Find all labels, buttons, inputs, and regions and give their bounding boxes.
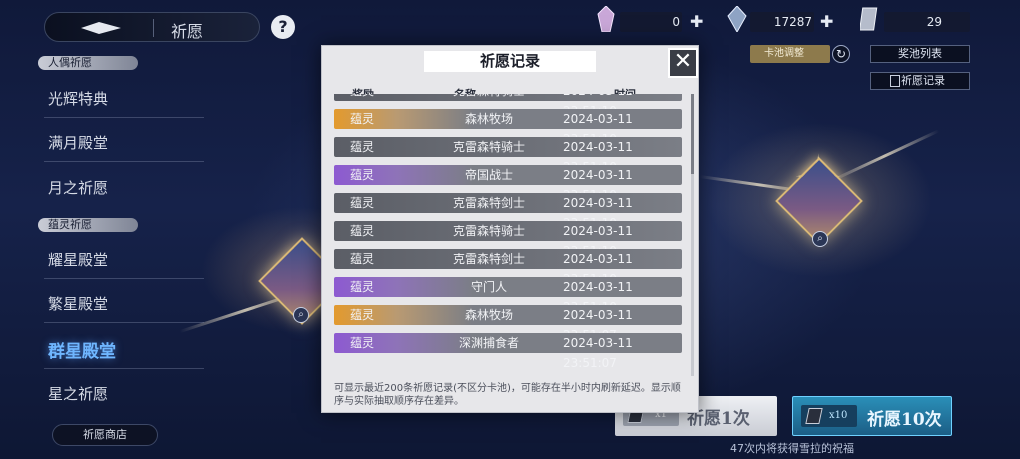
row-name: 帝国战士 (464, 168, 513, 182)
table-row: 蕴灵守门人2024-03-11 23:51:10 (334, 277, 682, 314)
row-name: 克雷森特剑士 (452, 252, 525, 266)
scrollbar-thumb[interactable] (691, 94, 694, 174)
document-icon (890, 75, 900, 87)
row-name: 克雷森特骑士 (452, 140, 525, 154)
sidebar-item-galaxy-hall[interactable]: 群星殿堂 (48, 337, 116, 362)
row-name: 克雷森特骑士 (429, 94, 549, 101)
divider (44, 322, 204, 323)
ticket-cost-badge: x10 (801, 405, 857, 427)
row-name: 克雷森特剑士 (452, 196, 525, 210)
table-row: 蕴灵森林牧场2024-03-11 23:51:10 (334, 109, 682, 146)
ticket-card-icon (805, 408, 823, 424)
draw-ten-button[interactable]: x10 祈愿10次 (792, 396, 952, 436)
sidebar-item-shining-star-hall[interactable]: 耀星殿堂 (48, 249, 108, 270)
divider (44, 368, 204, 369)
row-reward: 蕴灵 (350, 140, 375, 154)
blue-crystal-icon (727, 6, 747, 32)
row-reward: 蕴灵 (350, 224, 375, 238)
table-row: 蕴灵森林牧场2024-03-11 23:51:07 (334, 305, 682, 342)
add-blue-crystal-button[interactable]: ✚ (820, 14, 833, 30)
back-arrow-icon[interactable] (81, 22, 121, 34)
row-name: 克雷森特骑士 (452, 224, 525, 238)
divider (44, 278, 204, 279)
pink-crystal-icon (597, 6, 615, 32)
table-row: 蕴灵克雷森特骑士2024-03-11 23:51:10 (334, 137, 682, 174)
row-reward: 蕴灵 (350, 112, 375, 126)
ticket-count: x10 (829, 410, 848, 421)
sidebar-item-many-stars-hall[interactable]: 繁星殿堂 (48, 293, 108, 314)
sidebar-item-fullmoon-hall[interactable]: 满月殿堂 (48, 132, 108, 153)
sidebar-item-moon-prayer[interactable]: 月之祈愿 (48, 177, 108, 198)
row-reward: 蕴灵 (350, 336, 375, 350)
refresh-icon[interactable]: ↻ (832, 45, 850, 63)
table-row: 蕴灵克雷森特骑士2024-03-11 23:51:10 (334, 221, 682, 258)
row-reward: 蕴灵 (350, 308, 375, 322)
table-row: 蕴灵帝国战士2024-03-11 23:51:10 (334, 165, 682, 202)
row-name: 森林牧场 (464, 308, 513, 322)
row-reward: 蕴灵 (350, 252, 375, 266)
row-time: 2024-03-11 23:51:07 (563, 336, 633, 370)
help-button[interactable]: ? (271, 15, 295, 39)
sidebar-item-star-prayer[interactable]: 星之祈愿 (48, 383, 108, 404)
table-row: 蕴灵克雷森特剑士2024-03-11 23:51:10 (334, 193, 682, 230)
pool-adjust-button[interactable]: 卡池调整 (750, 45, 830, 63)
pity-counter-text: 47次内将获得雪拉的祝福 (730, 442, 854, 455)
table-row: 蕴灵克雷森特剑士2024-03-11 23:51:10 (334, 249, 682, 286)
divider (153, 19, 154, 37)
table-row: 蕴灵 深渊捕食者 2024-03-11 23:51:07 (334, 333, 682, 370)
row-name: 森林牧场 (464, 112, 513, 126)
sidebar-item-glory-special[interactable]: 光辉特典 (48, 88, 108, 109)
row-name: 守门人 (470, 280, 507, 294)
section-tag-spirit: 蕴灵祈愿 (38, 218, 138, 232)
table-row: 蕴灵克雷森特骑士2024-03-11 23:51:10 (334, 94, 682, 118)
row-reward: 蕴灵 (350, 196, 375, 210)
add-pink-crystal-button[interactable]: ✚ (690, 14, 703, 30)
draw-ten-label: 祈愿10次 (867, 410, 942, 430)
record-list[interactable]: 蕴灵克雷森特骑士2024-03-11 23:51:10蕴灵森林牧场2024-03… (334, 94, 688, 372)
row-reward: 蕴灵 (350, 280, 375, 294)
prize-pool-list-button[interactable]: 奖池列表 (870, 45, 970, 63)
ticket-card-icon (860, 7, 878, 31)
prayer-record-button[interactable]: 祈愿记录 (870, 72, 970, 90)
record-disclaimer: 可显示最近200条祈愿记录(不区分卡池)，可能存在半小时内刷新延迟。显示顺序与实… (334, 383, 681, 407)
section-tag-doll: 人偶祈愿 (38, 56, 138, 70)
row-reward: 蕴灵 (350, 168, 375, 182)
prayer-shop-button[interactable]: 祈愿商店 (52, 424, 158, 446)
prayer-record-modal: 祈愿记录 ✕ 奖励 名称 时间 蕴灵克雷森特骑士2024-03-11 23:51… (321, 45, 699, 413)
currency-pink-value: 0 (620, 12, 682, 32)
zoom-icon[interactable]: ⌕ (812, 231, 828, 247)
divider (44, 117, 204, 118)
page-title: 祈愿 (171, 22, 204, 41)
row-reward: 蕴灵 (350, 94, 374, 101)
modal-title: 祈愿记录 (424, 51, 596, 72)
row-name: 深渊捕食者 (458, 336, 519, 350)
currency-ticket-value: 29 (884, 12, 970, 32)
close-button[interactable]: ✕ (668, 48, 698, 78)
top-navigation-bar: 祈愿 (44, 12, 260, 42)
currency-blue-value: 17287 (750, 12, 814, 32)
divider (44, 161, 204, 162)
zoom-icon[interactable]: ⌕ (293, 307, 309, 323)
